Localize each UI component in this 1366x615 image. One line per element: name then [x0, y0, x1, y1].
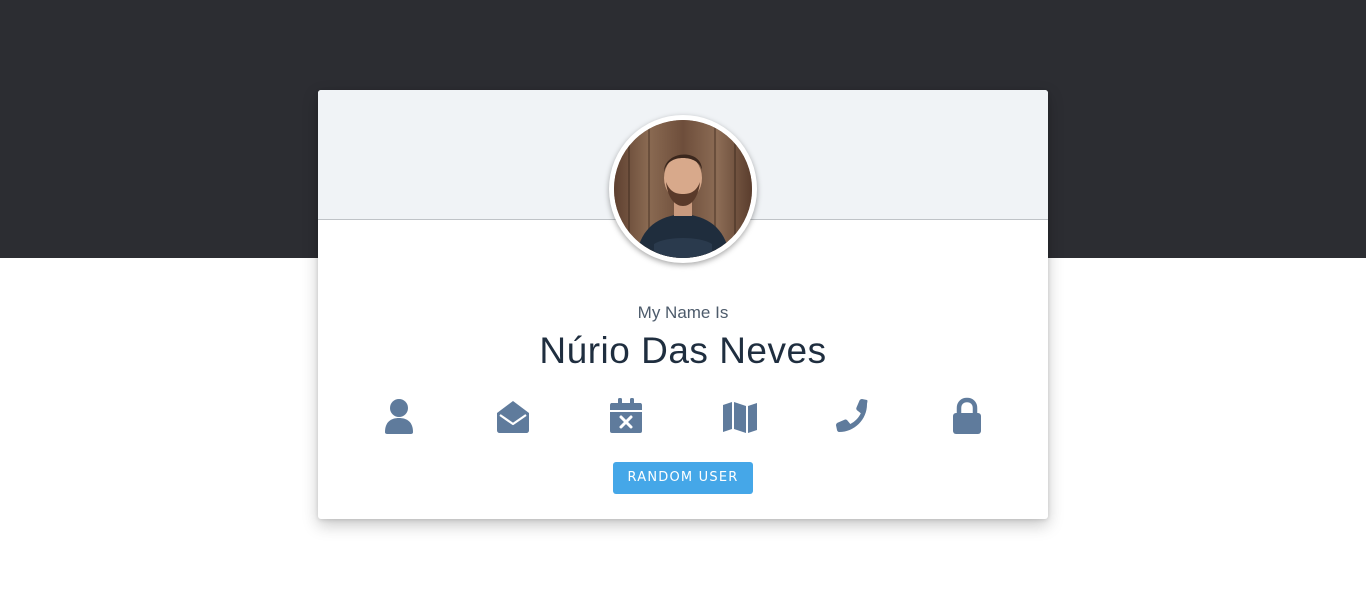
random-user-button[interactable]: RANDOM USER: [613, 462, 753, 494]
map-icon[interactable]: [720, 396, 760, 436]
info-icon-row: [318, 396, 1048, 436]
user-icon[interactable]: [379, 396, 419, 436]
phone-icon[interactable]: [834, 396, 874, 436]
avatar: [609, 115, 757, 263]
calendar-times-icon[interactable]: [606, 396, 646, 436]
avatar-photo: [614, 120, 752, 258]
envelope-open-icon[interactable]: [493, 396, 533, 436]
profile-value: Núrio Das Neves: [539, 330, 827, 371]
user-card: My Name Is Núrio Das Neves RANDOM USER: [318, 90, 1048, 519]
lock-icon[interactable]: [947, 396, 987, 436]
page: My Name Is Núrio Das Neves RANDOM USER: [0, 0, 1366, 615]
profile-label: My Name Is: [637, 303, 729, 322]
